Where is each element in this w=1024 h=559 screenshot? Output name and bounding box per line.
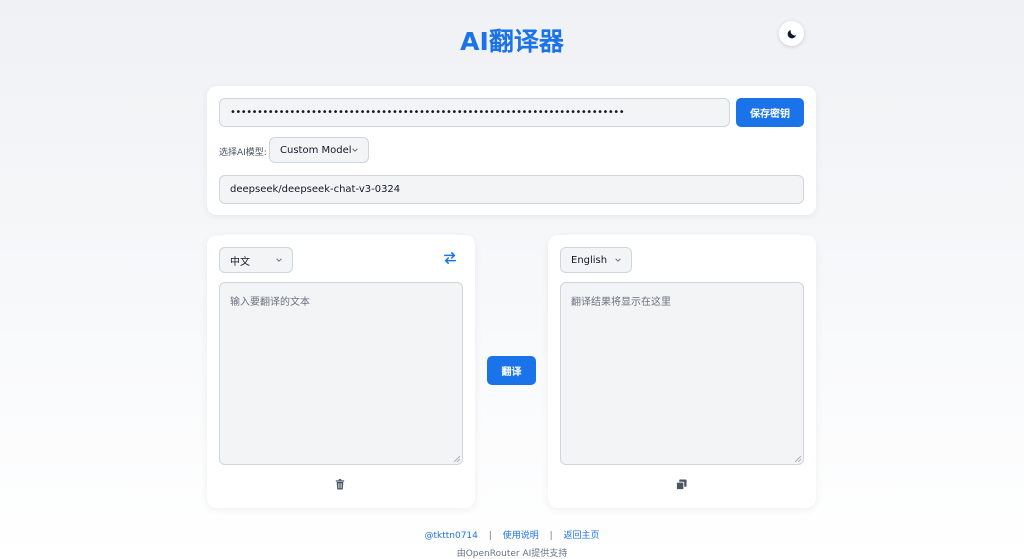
translation-output[interactable]: 翻译结果将显示在这里	[560, 282, 804, 465]
model-select[interactable]: Custom Model	[269, 137, 369, 163]
model-select-value: Custom Model	[280, 144, 352, 156]
chevron-down-icon	[276, 258, 282, 262]
api-key-input[interactable]: ••••••••••••••••••••••••••••••••••••••••…	[219, 98, 730, 127]
target-card: English 翻译结果将显示在这里	[548, 235, 816, 508]
footer-separator: |	[488, 531, 492, 541]
target-language-select[interactable]: English	[560, 247, 632, 273]
moon-icon	[787, 29, 796, 38]
swap-arrows-icon[interactable]	[443, 251, 457, 265]
save-key-button[interactable]: 保存密钥	[736, 98, 804, 127]
model-id-input[interactable]: deepseek/deepseek-chat-v3-0324	[219, 175, 804, 204]
footer-separator: |	[549, 531, 553, 541]
footer-link-help[interactable]: 使用说明	[503, 531, 539, 541]
resize-grip-icon[interactable]	[795, 456, 801, 462]
footer-note: 由OpenRouter AI提供支持	[456, 549, 568, 559]
copy-icon[interactable]	[676, 479, 687, 490]
model-label: 选择AI模型:	[219, 148, 267, 158]
theme-toggle-button[interactable]	[779, 21, 804, 46]
chevron-down-icon	[352, 148, 358, 152]
footer-link-author[interactable]: @tkttn0714	[424, 531, 477, 541]
trash-icon[interactable]	[335, 479, 345, 490]
footer-links: @tkttn0714 | 使用说明 | 返回主页	[0, 528, 1024, 541]
page-title: AI翻译器	[460, 27, 564, 56]
footer-link-home[interactable]: 返回主页	[564, 531, 600, 541]
chevron-down-icon	[615, 258, 621, 262]
source-language-value: 中文	[230, 256, 250, 268]
source-language-select[interactable]: 中文	[219, 247, 293, 273]
source-card: 中文 输入要翻译的文本	[207, 235, 475, 508]
config-card: ••••••••••••••••••••••••••••••••••••••••…	[207, 86, 816, 215]
source-placeholder: 输入要翻译的文本	[230, 297, 310, 308]
resize-grip-icon[interactable]	[454, 456, 460, 462]
target-language-value: English	[571, 254, 608, 266]
source-text-input[interactable]: 输入要翻译的文本	[219, 282, 463, 465]
translate-button[interactable]: 翻译	[487, 356, 536, 385]
target-placeholder: 翻译结果将显示在这里	[571, 297, 671, 308]
